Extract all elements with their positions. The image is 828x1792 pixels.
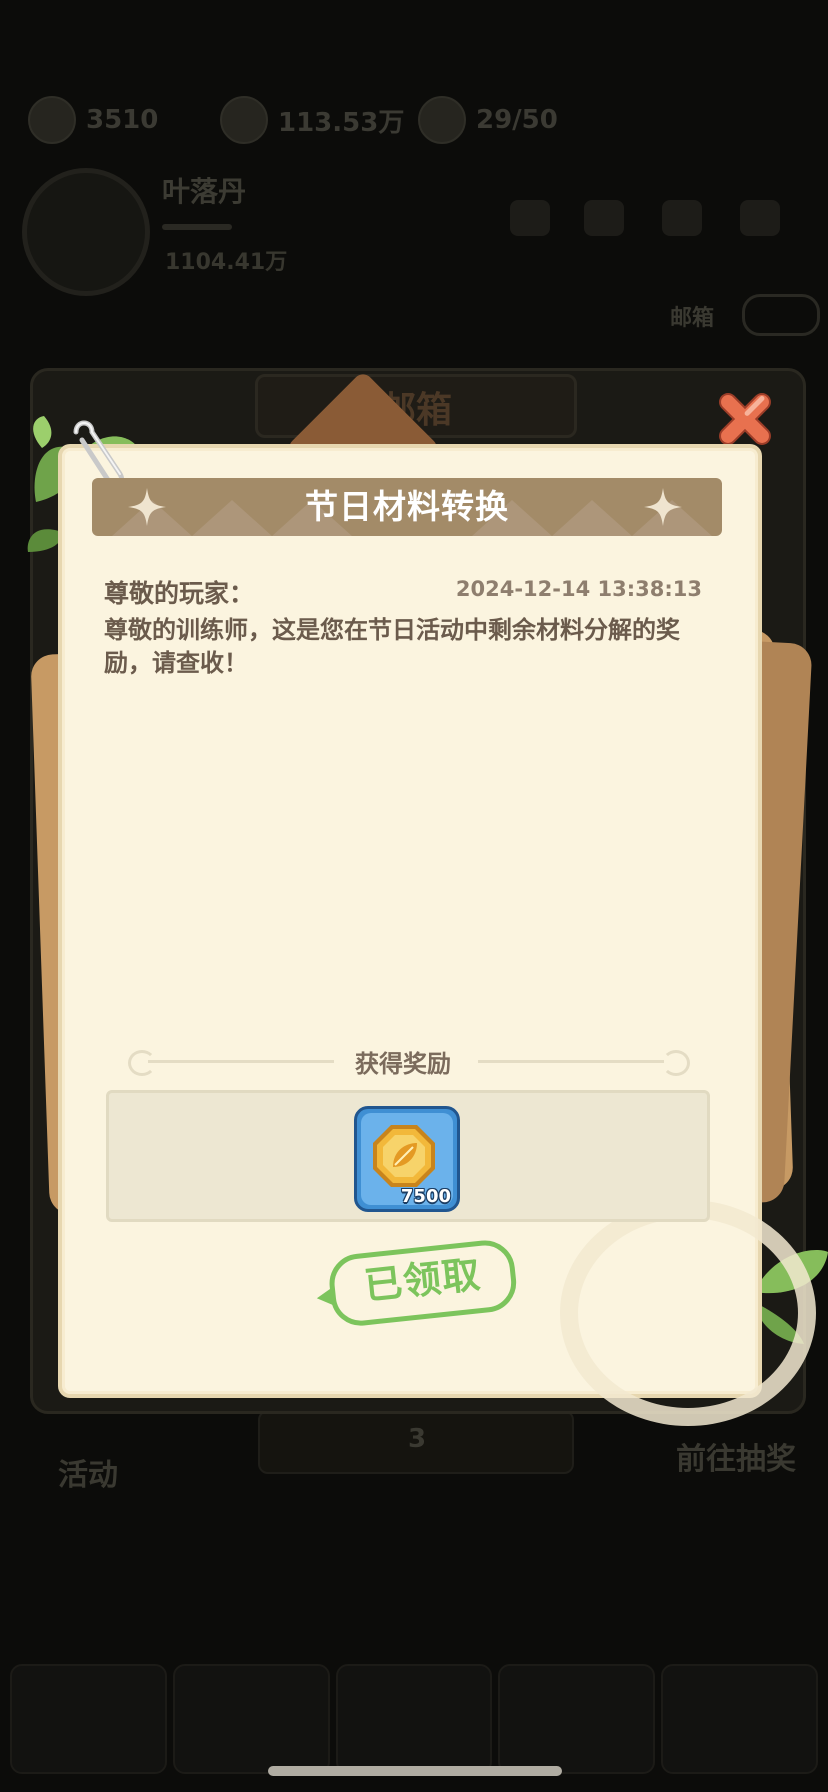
gold-coin-icon [373,1125,435,1187]
dock-slot [661,1664,818,1774]
stamina-icon [28,96,76,144]
bottom-dock [10,1664,818,1774]
plant-icon [418,96,466,144]
mail-tag-label: 邮箱 [670,306,715,331]
resource-coins: 113.53万 [220,95,404,145]
stat-icon [510,200,550,236]
stat-slot [730,200,790,242]
divider-line [478,1060,664,1063]
home-indicator[interactable] [268,1766,562,1776]
coin-icon [220,96,268,144]
divider-line [148,1060,334,1063]
sun-watermark [560,1200,816,1426]
mail-title: 节日材料转换 [305,487,509,526]
reward-item[interactable]: 7500 [354,1106,460,1212]
reward-heading: 获得奖励 [355,1050,451,1078]
resource-coins-value: 113.53万 [278,107,405,138]
mail-greeting: 尊敬的玩家： [104,579,255,608]
mail-timestamp: 2024-12-14 13:38:13 [455,577,702,601]
resource-plants: 29/50 [418,95,558,145]
resource-stamina-value: 3510 [86,105,159,135]
divider-curl [128,1050,156,1076]
reward-count: 7500 [400,1186,451,1207]
dock-slot [335,1664,493,1774]
dock-slot [498,1664,656,1774]
stat-icon [662,200,702,236]
draw-label: 前往抽奖 [676,1442,796,1477]
bottom-center-value: 3 [408,1424,427,1454]
activity-label: 活动 [58,1458,118,1493]
divider-curl [662,1050,690,1076]
resource-plants-value: 29/50 [476,105,558,135]
stat-slot [500,200,560,242]
dock-slot [10,1664,167,1774]
mail-toggle [742,294,820,336]
dock-slot [172,1664,330,1774]
mail-body: 尊敬的训练师，这是您在节日活动中剩余材料分解的奖励，请查收！ [104,616,680,677]
stat-slot [652,200,712,242]
stat-icon [740,200,780,236]
player-exp-bar [162,224,232,230]
player-name: 叶落丹 [162,175,247,208]
stat-icon [584,200,624,236]
stat-slot [574,200,634,242]
player-power: 1104.41万 [165,250,288,275]
avatar [22,168,150,296]
resource-stamina: 3510 [28,95,158,145]
